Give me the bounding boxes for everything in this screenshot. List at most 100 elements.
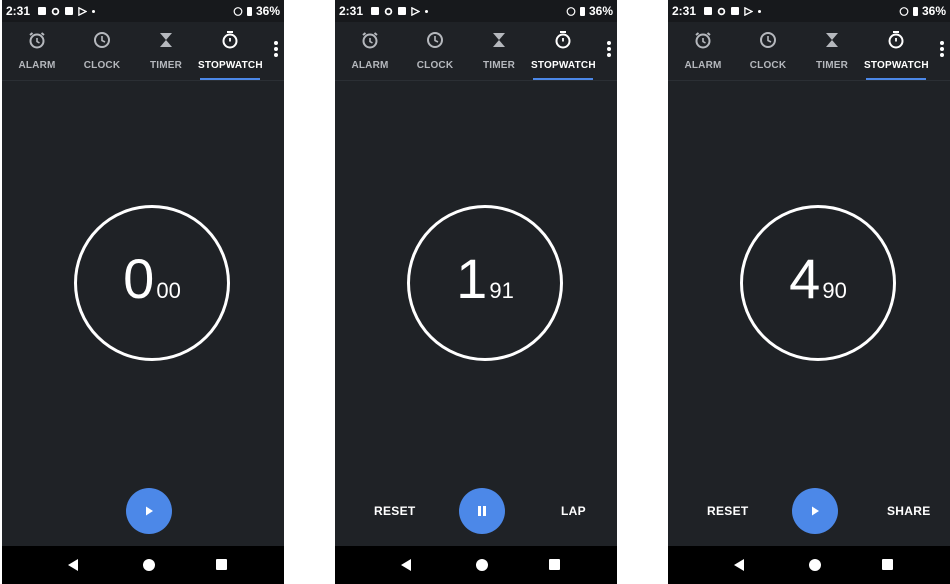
active-tab-indicator: [200, 78, 260, 80]
notification-icons: [704, 6, 762, 16]
active-tab-indicator: [533, 78, 593, 80]
alarm-status-icon: [233, 7, 243, 16]
elapsed-hundredths: 90: [822, 278, 847, 303]
tab-clock-label: CLOCK: [749, 60, 787, 71]
navigation-bar: [668, 546, 950, 584]
settings-notification-icon: [51, 7, 60, 15]
back-icon[interactable]: [733, 558, 745, 572]
tab-alarm-label: ALARM: [18, 60, 56, 71]
phone-screen-stopwatch-running: 2:31 36% ALARM CLOCK TIMER STOPWATCH 1 9…: [335, 0, 617, 584]
tab-alarm[interactable]: ALARM: [671, 22, 735, 80]
play-store-icon: [78, 6, 88, 16]
image-notification-icon: [704, 7, 713, 15]
settings-notification-icon: [384, 7, 393, 15]
navigation-bar: [335, 546, 617, 584]
settings-notification-icon: [717, 7, 726, 15]
phone-screen-stopwatch-stopped: 2:31 36% ALARM CLOCK TIMER STOPWATCH 0 0…: [2, 0, 284, 584]
active-tab-indicator: [866, 78, 926, 80]
hourglass-icon: [826, 33, 838, 47]
hourglass-icon: [493, 33, 505, 47]
alarm-icon: [695, 32, 711, 49]
elapsed-time-display: 0 00: [74, 205, 230, 361]
tab-stopwatch[interactable]: STOPWATCH: [864, 22, 929, 80]
elapsed-time-display: 1 91: [407, 205, 563, 361]
overflow-menu-icon[interactable]: [272, 39, 280, 61]
pause-button[interactable]: [459, 488, 505, 534]
tab-alarm[interactable]: ALARM: [338, 22, 402, 80]
back-icon[interactable]: [400, 558, 412, 572]
elapsed-seconds: 0: [123, 247, 155, 310]
tab-timer[interactable]: TIMER: [467, 22, 531, 80]
tab-alarm-label: ALARM: [351, 60, 389, 71]
home-icon[interactable]: [143, 559, 155, 571]
clock-icon: [94, 32, 110, 48]
play-icon: [146, 506, 153, 516]
battery-percent: 36%: [921, 4, 946, 18]
tab-clock-label: CLOCK: [83, 60, 121, 71]
tab-clock[interactable]: CLOCK: [403, 22, 467, 80]
notification-icons: [371, 6, 429, 16]
clock-icon: [760, 32, 776, 48]
overflow-menu-icon[interactable]: [605, 39, 613, 61]
start-button[interactable]: [792, 488, 838, 534]
tab-clock-label: CLOCK: [416, 60, 454, 71]
stopwatch-icon: [888, 31, 904, 49]
tab-clock[interactable]: CLOCK: [70, 22, 134, 80]
reset-button[interactable]: RESET: [374, 504, 416, 518]
status-bar: 2:31 36%: [668, 0, 950, 22]
pause-icon: [478, 506, 486, 516]
clock-icon: [427, 32, 443, 48]
hourglass-icon: [160, 33, 172, 47]
home-icon[interactable]: [809, 559, 821, 571]
reset-button[interactable]: RESET: [707, 504, 749, 518]
tab-stopwatch-label: STOPWATCH: [198, 60, 263, 71]
status-bar: 2:31 36%: [2, 0, 284, 22]
battery-icon: [579, 6, 585, 16]
sd-card-icon: [398, 7, 407, 15]
status-right: 36%: [233, 4, 280, 18]
share-button[interactable]: SHARE: [887, 504, 931, 518]
tab-alarm-label: ALARM: [684, 60, 722, 71]
home-icon[interactable]: [476, 559, 488, 571]
elapsed-hundredths: 00: [156, 278, 181, 303]
tab-clock[interactable]: CLOCK: [736, 22, 800, 80]
notification-icons: [38, 6, 96, 16]
start-button[interactable]: [126, 488, 172, 534]
tab-alarm[interactable]: ALARM: [5, 22, 69, 80]
tab-stopwatch[interactable]: STOPWATCH: [198, 22, 263, 80]
play-store-icon: [411, 6, 421, 16]
status-bar: 2:31 36%: [335, 0, 617, 22]
tab-stopwatch-label: STOPWATCH: [531, 60, 596, 71]
elapsed-time-display: 4 90: [740, 205, 896, 361]
phone-screen-stopwatch-paused: 2:31 36% ALARM CLOCK TIMER STOPWATCH 4 9…: [668, 0, 950, 584]
tab-stopwatch-label: STOPWATCH: [864, 60, 929, 71]
recents-icon[interactable]: [549, 559, 560, 570]
more-notifications-dot: [758, 9, 762, 13]
lap-button[interactable]: LAP: [561, 504, 586, 518]
battery-percent: 36%: [255, 4, 280, 18]
status-time: 2:31: [672, 4, 697, 18]
status-right: 36%: [899, 4, 946, 18]
sd-card-icon: [65, 7, 74, 15]
status-right: 36%: [566, 4, 613, 18]
play-store-icon: [744, 6, 754, 16]
alarm-status-icon: [566, 7, 576, 16]
battery-percent: 36%: [588, 4, 613, 18]
alarm-status-icon: [899, 7, 909, 16]
recents-icon[interactable]: [216, 559, 227, 570]
overflow-menu-icon[interactable]: [938, 39, 946, 61]
sd-card-icon: [731, 7, 740, 15]
tab-timer[interactable]: TIMER: [134, 22, 198, 80]
recents-icon[interactable]: [882, 559, 893, 570]
tab-timer[interactable]: TIMER: [800, 22, 864, 80]
tab-stopwatch[interactable]: STOPWATCH: [531, 22, 596, 80]
elapsed-hundredths: 91: [489, 278, 514, 303]
play-icon: [812, 506, 819, 516]
alarm-icon: [29, 32, 45, 49]
tab-timer-label: TIMER: [149, 60, 183, 71]
elapsed-seconds: 1: [456, 247, 488, 310]
back-icon[interactable]: [67, 558, 79, 572]
tab-bar: ALARM CLOCK TIMER STOPWATCH: [335, 22, 617, 81]
tab-bar: ALARM CLOCK TIMER STOPWATCH: [668, 22, 950, 81]
more-notifications-dot: [92, 9, 96, 13]
